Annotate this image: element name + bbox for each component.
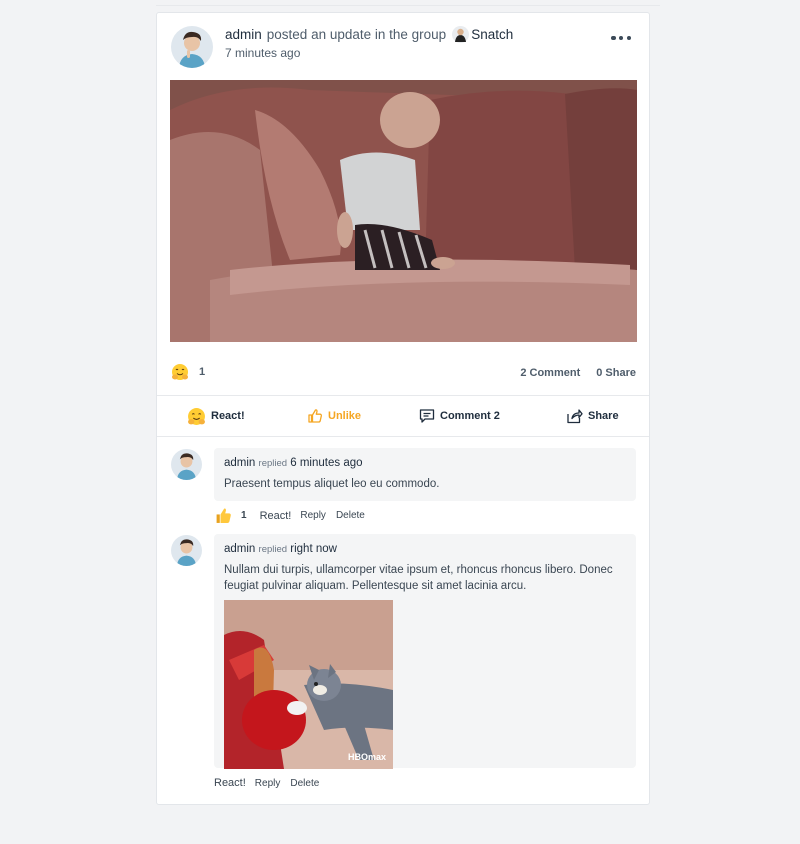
hug-emoji-icon: [188, 407, 205, 425]
comment-author-link[interactable]: admin: [224, 457, 255, 469]
more-icon: [611, 35, 616, 41]
comment-author-avatar[interactable]: [171, 449, 202, 480]
comment-text: Praesent tempus aliquet leo eu commodo.: [224, 478, 440, 490]
post-author-link[interactable]: admin: [225, 27, 262, 42]
comment-replied-text: replied: [258, 544, 288, 555]
unlike-button-label: Unlike: [328, 410, 362, 422]
comment-actions: 1 React! Reply Delete: [215, 507, 375, 524]
comment-react-link[interactable]: React!: [260, 510, 292, 522]
comment-icon: [419, 409, 435, 423]
author-avatar[interactable]: [171, 26, 213, 68]
group-name-link[interactable]: Snatch: [471, 27, 513, 42]
comment-header: admin replied 6 minutes ago: [224, 457, 626, 469]
reaction-summary[interactable]: 1: [171, 363, 205, 381]
post-headline: admin posted an update in the group Snat…: [225, 26, 513, 43]
hug-emoji-icon: [172, 364, 188, 380]
comment-timestamp[interactable]: right now: [290, 543, 337, 555]
comment-gif-image[interactable]: HBOmax: [224, 600, 393, 769]
more-options-button[interactable]: [611, 33, 631, 43]
comment-reaction-count[interactable]: 1: [241, 510, 247, 521]
share-icon: [567, 409, 583, 424]
share-count-link[interactable]: 0 Share: [596, 367, 636, 379]
comment-author-avatar[interactable]: [171, 535, 202, 566]
thumbs-up-icon: [308, 409, 322, 423]
post-action-text: posted an update in the group: [266, 27, 447, 42]
comment-reply-link[interactable]: Reply: [255, 778, 281, 789]
more-icon-dot: [618, 35, 624, 41]
comment-actions: React! Reply Delete: [214, 777, 329, 789]
reaction-count: 1: [199, 366, 206, 378]
comment-react-link[interactable]: React!: [214, 777, 246, 789]
post-timestamp[interactable]: 7 minutes ago: [225, 46, 513, 60]
comment-bubble: admin replied 6 minutes ago Praesent tem…: [214, 448, 636, 501]
unlike-button[interactable]: Unlike: [307, 396, 361, 436]
comment-replied-text: replied: [258, 458, 288, 469]
activity-post-card: admin posted an update in the group Snat…: [156, 12, 650, 805]
react-button[interactable]: React!: [187, 396, 245, 436]
thumbs-up-icon: [216, 508, 231, 523]
hbomax-watermark: HBOmax: [348, 752, 386, 762]
post-media-image[interactable]: [170, 80, 637, 342]
comment-count-link[interactable]: 2 Comment: [520, 367, 580, 379]
react-button-label: React!: [211, 410, 245, 422]
comment-button[interactable]: Comment 2: [419, 396, 500, 436]
comment-button-label: Comment 2: [440, 410, 500, 422]
comment-timestamp[interactable]: 6 minutes ago: [290, 457, 362, 469]
comment-delete-link[interactable]: Delete: [336, 510, 365, 521]
post-meta: admin posted an update in the group Snat…: [225, 26, 513, 60]
post-action-bar: React! Unlike Comment 2 Share: [157, 395, 649, 437]
group-icon[interactable]: [452, 26, 470, 43]
comment-delete-link[interactable]: Delete: [290, 778, 319, 789]
share-button-label: Share: [588, 410, 619, 422]
comment-header: admin replied right now: [224, 543, 626, 555]
comment-text: Nullam dui turpis, ullamcorper vitae ips…: [224, 564, 613, 592]
comment-reply-link[interactable]: Reply: [300, 510, 326, 521]
top-divider: [156, 5, 660, 6]
share-button[interactable]: Share: [566, 396, 619, 436]
comment-author-link[interactable]: admin: [224, 543, 255, 555]
post-stats: 2 Comment 0 Share: [520, 367, 636, 379]
more-icon-dot: [626, 35, 631, 41]
comment-bubble: admin replied right now Nullam dui turpi…: [214, 534, 636, 769]
